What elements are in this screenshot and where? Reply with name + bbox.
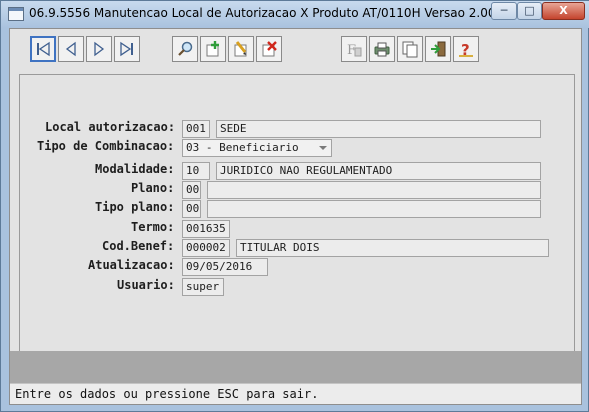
previous-record-button[interactable] <box>58 36 84 62</box>
exit-button[interactable] <box>425 36 451 62</box>
status-message: Entre os dados ou pressione ESC para sai… <box>15 387 319 401</box>
tipo-combinacao-label: Tipo de Combinacao: <box>37 139 175 153</box>
delete-button[interactable] <box>256 36 282 62</box>
tipo-plano-description-field <box>207 200 541 218</box>
delete-icon <box>262 41 277 57</box>
modalidade-code-field[interactable]: 10 <box>182 162 210 180</box>
plano-description-field <box>207 181 541 199</box>
modalidade-description-field: JURIDICO NAO REGULAMENTADO <box>216 162 541 180</box>
last-record-button[interactable] <box>114 36 140 62</box>
cod-benef-description-field: TITULAR DOIS <box>236 239 549 257</box>
chevron-down-icon <box>319 146 327 150</box>
app-window: 06.9.5556 Manutencao Local de Autorizaca… <box>0 0 589 412</box>
edit-button[interactable] <box>228 36 254 62</box>
first-icon <box>37 41 50 57</box>
status-bar: Entre os dados ou pressione ESC para sai… <box>10 383 581 404</box>
help-button[interactable]: ? <box>453 36 479 62</box>
title-bar: 06.9.5556 Manutencao Local de Autorizaca… <box>1 1 589 28</box>
copy-button[interactable] <box>397 36 423 62</box>
local-autorizacao-code-field[interactable]: 001 <box>182 120 210 138</box>
first-record-button[interactable] <box>30 36 56 62</box>
tipo-plano-code-field[interactable]: 00 <box>182 200 201 218</box>
print-button[interactable] <box>369 36 395 62</box>
search-button[interactable] <box>172 36 198 62</box>
minimize-button[interactable]: ─ <box>491 2 517 20</box>
plano-code-field[interactable]: 00 <box>182 181 201 199</box>
cod-benef-label: Cod.Benef: <box>102 239 175 253</box>
termo-label: Termo: <box>131 220 175 234</box>
exit-icon <box>431 41 446 57</box>
search-icon <box>178 41 193 56</box>
add-button[interactable] <box>200 36 226 62</box>
client-area: F ? Local autorizacao: 001 SEDE Tipo de … <box>9 28 582 405</box>
filter-icon: F <box>347 43 362 58</box>
termo-field[interactable]: 001635 <box>182 220 230 238</box>
copy-icon <box>402 41 418 58</box>
local-autorizacao-description-field: SEDE <box>216 120 541 138</box>
usuario-label: Usuario: <box>117 278 175 292</box>
tipo-plano-label: Tipo plano: <box>95 200 175 214</box>
toolbar: F ? <box>27 34 567 66</box>
previous-icon <box>65 41 76 57</box>
tipo-combinacao-select[interactable]: 03 - Beneficiario <box>182 139 332 157</box>
cod-benef-code-field[interactable]: 000002 <box>182 239 230 257</box>
window-title: 06.9.5556 Manutencao Local de Autorizaca… <box>29 6 491 20</box>
usuario-field: super <box>182 278 224 296</box>
next-icon <box>94 41 105 57</box>
local-autorizacao-label: Local autorizacao: <box>45 120 176 134</box>
next-record-button[interactable] <box>86 36 112 62</box>
edit-icon <box>234 41 247 57</box>
maximize-button[interactable]: □ <box>517 2 542 20</box>
atualizacao-field: 09/05/2016 <box>182 258 268 276</box>
atualizacao-label: Atualizacao: <box>88 258 175 272</box>
help-icon: ? <box>459 41 473 58</box>
close-button[interactable]: X <box>542 2 585 20</box>
gray-band <box>10 351 581 383</box>
app-icon <box>8 7 24 21</box>
add-icon <box>206 41 219 57</box>
filter-button[interactable]: F <box>341 36 367 62</box>
last-icon <box>120 41 133 57</box>
modalidade-label: Modalidade: <box>95 162 175 176</box>
plano-label: Plano: <box>131 181 175 195</box>
print-icon <box>374 42 390 57</box>
tipo-combinacao-value: 03 - Beneficiario <box>186 141 299 154</box>
form-panel: Local autorizacao: 001 SEDE Tipo de Comb… <box>19 74 575 352</box>
